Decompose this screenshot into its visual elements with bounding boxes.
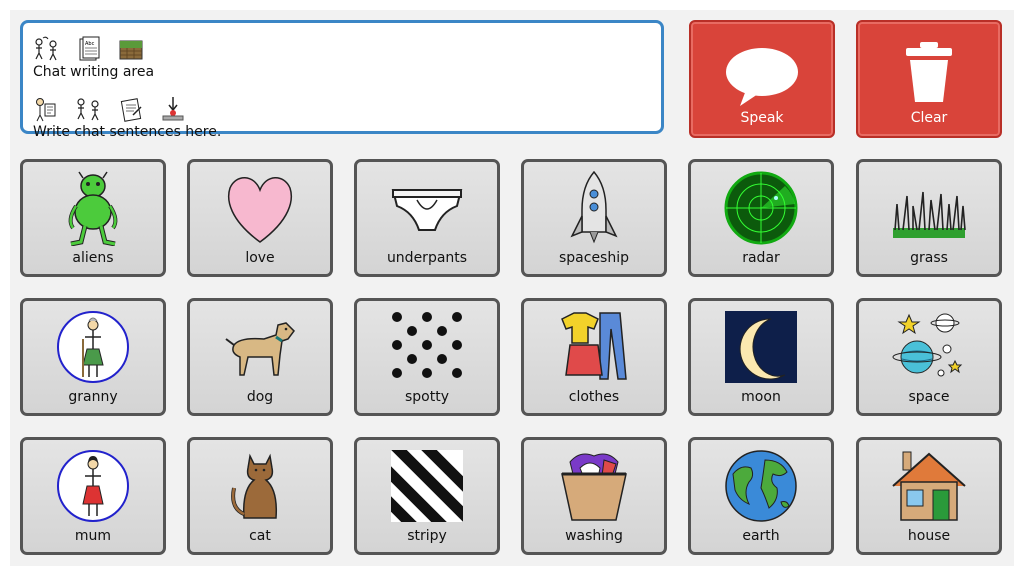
clear-button[interactable]: Clear	[856, 20, 1002, 138]
alien-icon	[68, 171, 118, 246]
laundry-basket-icon	[561, 453, 627, 521]
area-symbol-icon	[119, 40, 143, 60]
moon-icon	[725, 311, 797, 383]
tile-label: underpants	[386, 250, 468, 266]
speak-button[interactable]: Speak	[689, 20, 835, 138]
chat-symbol-icon	[77, 98, 99, 121]
globe-icon	[725, 450, 797, 522]
dog-icon	[225, 322, 295, 376]
tile-label: earth	[742, 528, 780, 544]
rocket-icon	[570, 170, 618, 244]
speech-bubble-icon	[726, 48, 798, 106]
chat-line-2-text: Write chat sentences here.	[33, 124, 222, 140]
sentences-symbol-icon	[120, 98, 142, 122]
tile-underpants[interactable]: underpants	[354, 159, 500, 277]
svg-text:Abc: Abc	[85, 41, 95, 47]
chat-line-1: Abc Chat writing area	[33, 35, 154, 80]
tile-mum[interactable]: mum	[20, 437, 166, 555]
planets-icon	[892, 313, 963, 377]
tile-label: granny	[68, 389, 118, 405]
mum-icon	[57, 450, 129, 522]
chat-line-2: Write chat sentences here.	[33, 95, 221, 140]
tile-label: grass	[910, 250, 948, 266]
speak-label: Speak	[740, 110, 784, 126]
tile-earth[interactable]: earth	[688, 437, 834, 555]
tile-cat[interactable]: cat	[187, 437, 333, 555]
clear-label: Clear	[910, 110, 948, 126]
tile-spotty[interactable]: spotty	[354, 298, 500, 416]
tile-spaceship[interactable]: spaceship	[521, 159, 667, 277]
tile-label: aliens	[72, 250, 114, 266]
tile-label: washing	[565, 528, 623, 544]
tile-house[interactable]: house	[856, 437, 1002, 555]
tile-label: radar	[742, 250, 780, 266]
tile-radar[interactable]: radar	[688, 159, 834, 277]
tile-label: spotty	[404, 389, 449, 405]
tile-label: house	[907, 528, 951, 544]
tile-label: mum	[74, 528, 112, 544]
grass-icon	[893, 191, 966, 238]
radar-icon	[724, 171, 798, 245]
cat-icon	[231, 453, 278, 519]
underpants-icon	[391, 189, 463, 231]
trash-bin-icon	[906, 42, 952, 102]
tile-moon[interactable]: moon	[688, 298, 834, 416]
tile-label: stripy	[407, 528, 447, 544]
tile-label: love	[245, 250, 275, 266]
chat-writing-area[interactable]: Abc Chat writing area Write chat sentenc…	[20, 20, 664, 140]
tile-clothes[interactable]: clothes	[521, 298, 667, 416]
granny-icon	[57, 311, 129, 383]
tile-space[interactable]: space	[856, 298, 1002, 416]
stripes-icon	[391, 450, 463, 522]
tile-label: cat	[249, 528, 271, 544]
writing-symbol-icon: Abc	[79, 36, 100, 61]
chat-line-1-text: Chat writing area	[33, 64, 155, 80]
chat-symbol-icon	[35, 36, 57, 61]
tile-dog[interactable]: dog	[187, 298, 333, 416]
tile-label: space	[908, 389, 950, 405]
tile-love[interactable]: love	[187, 159, 333, 277]
tile-label: dog	[246, 389, 274, 405]
tile-label: moon	[741, 389, 781, 405]
house-icon	[892, 451, 966, 521]
tile-stripy[interactable]: stripy	[354, 437, 500, 555]
heart-icon	[227, 177, 293, 243]
here-symbol-icon	[162, 97, 184, 121]
clothes-icon	[561, 312, 627, 380]
tile-grass[interactable]: grass	[856, 159, 1002, 277]
tile-washing[interactable]: washing	[521, 437, 667, 555]
tile-granny[interactable]: granny	[20, 298, 166, 416]
write-symbol-icon	[36, 98, 56, 122]
tile-label: clothes	[568, 389, 620, 405]
tile-label: spaceship	[558, 250, 629, 266]
tile-aliens[interactable]: aliens	[20, 159, 166, 277]
spots-icon	[392, 312, 462, 378]
